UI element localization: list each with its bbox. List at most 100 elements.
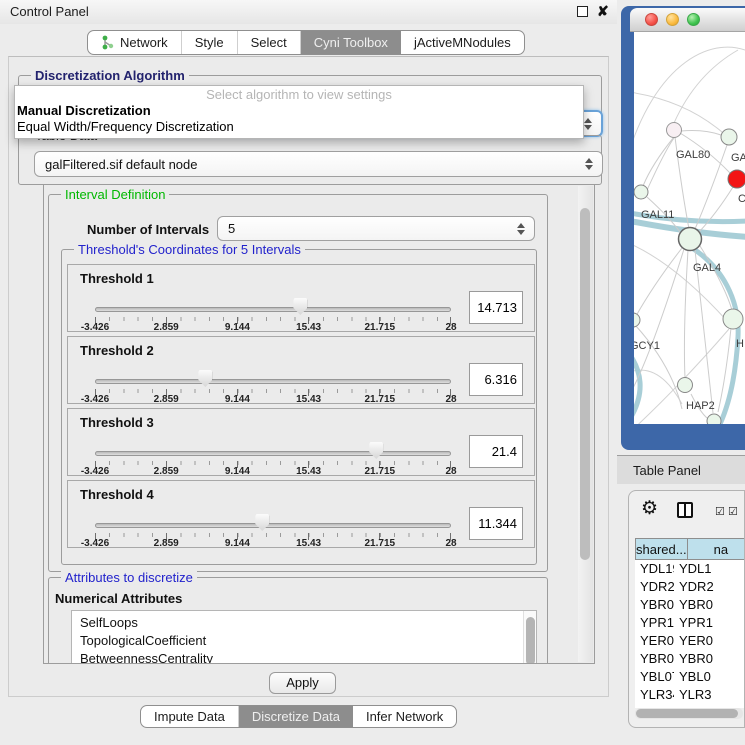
threshold-thumb-3[interactable]: [369, 442, 383, 459]
list-scrollbar-thumb[interactable]: [526, 617, 535, 664]
table-cell[interactable]: YBR0: [674, 650, 744, 668]
node-label-hap2: HAP2: [686, 400, 715, 412]
apply-button[interactable]: Apply: [269, 672, 336, 694]
table-cell[interactable]: YLR3: [674, 686, 744, 704]
network-view-window[interactable]: GAL80 GA C GAL11 GAL4 GCY1 H HAP2: [621, 6, 745, 450]
algorithm-option-equal-width[interactable]: Equal Width/Frequency Discretization: [15, 119, 583, 135]
network-node[interactable]: [667, 123, 682, 138]
network-node[interactable]: [678, 378, 693, 393]
column-header-name[interactable]: na: [687, 538, 744, 560]
table-row[interactable]: YBR043CYBR0: [635, 596, 744, 614]
table-row[interactable]: YER054CYER0: [635, 632, 744, 650]
tab-style[interactable]: Style: [182, 31, 238, 54]
threshold-2-value[interactable]: 6.316: [469, 363, 523, 396]
table-cell[interactable]: YBR043C: [635, 596, 674, 614]
checkbox-column-icon[interactable]: ☑: [715, 505, 725, 518]
threshold-thumb-4[interactable]: [255, 514, 269, 531]
table-row[interactable]: YDL19...YDL1: [635, 560, 744, 578]
screen: Control Panel ✘ Network Style Select Cyn…: [0, 0, 745, 745]
table-cell[interactable]: YPR145W: [635, 614, 674, 632]
table-cell[interactable]: YBR045C: [635, 650, 674, 668]
slider-scale-label: 21.715: [365, 394, 396, 405]
slider-scale-label: 15.43: [296, 322, 321, 333]
algorithm-option-manual[interactable]: Manual Discretization: [15, 103, 583, 119]
tab-jactivemnodules[interactable]: jActiveMNodules: [401, 31, 524, 54]
table-row[interactable]: YLR345WYLR3: [635, 686, 744, 704]
node-label-gal80: GAL80: [676, 149, 710, 161]
table-cell[interactable]: YDR2: [674, 578, 744, 596]
table-row[interactable]: YDR27...YDR2: [635, 578, 744, 596]
table-row[interactable]: YBL079WYBL0: [635, 668, 744, 686]
table-cell[interactable]: YPR1: [674, 614, 744, 632]
table-hscrollbar-thumb[interactable]: [636, 709, 738, 718]
checkbox-column-icon[interactable]: ☑: [728, 505, 738, 518]
network-node[interactable]: [707, 414, 721, 424]
tab-cyni-toolbox[interactable]: Cyni Toolbox: [301, 31, 401, 54]
table-cell[interactable]: YBL0: [674, 668, 744, 686]
network-graph: GAL80 GA C GAL11 GAL4 GCY1 H HAP2: [634, 32, 745, 424]
network-node[interactable]: [721, 129, 737, 145]
tab-impute-data[interactable]: Impute Data: [141, 706, 239, 727]
attributes-group-title: Attributes to discretize: [61, 570, 197, 585]
table-cell[interactable]: YDL19...: [635, 560, 674, 578]
table-cell[interactable]: YDL1: [674, 560, 744, 578]
number-of-intervals-combobox[interactable]: 5: [217, 216, 535, 241]
list-item[interactable]: BetweennessCentrality: [72, 650, 536, 664]
slider-scale-label: 9.144: [225, 466, 250, 477]
threshold-3-slider[interactable]: [95, 451, 451, 456]
table-cell[interactable]: YER054C: [635, 632, 674, 650]
table-horizontal-scrollbar[interactable]: [635, 708, 743, 719]
threshold-2-block: Threshold 2 -3.4262.8599.14415.4321.7152…: [67, 336, 535, 404]
tab-infer-network[interactable]: Infer Network: [353, 706, 456, 727]
minimize-traffic-light-icon[interactable]: [666, 13, 679, 26]
numerical-attributes-list[interactable]: SelfLoops TopologicalCoefficient Between…: [71, 610, 537, 664]
tab-network-label: Network: [120, 35, 168, 50]
threshold-1-slider[interactable]: [95, 307, 451, 312]
threshold-1-value[interactable]: 14.713: [469, 291, 523, 324]
threshold-2-slider[interactable]: [95, 379, 451, 384]
table-row[interactable]: YPR145WYPR1: [635, 614, 744, 632]
slider-scale-label: -3.426: [81, 538, 109, 549]
list-scrollbar[interactable]: [523, 611, 536, 664]
network-canvas[interactable]: GAL80 GA C GAL11 GAL4 GCY1 H HAP2: [634, 32, 745, 424]
table-cell[interactable]: YDR27...: [635, 578, 674, 596]
threshold-3-value[interactable]: 21.4: [469, 435, 523, 468]
network-node[interactable]: [634, 313, 640, 327]
settings-scrollbar-thumb[interactable]: [580, 208, 590, 560]
tab-discretize-data[interactable]: Discretize Data: [239, 706, 353, 727]
columns-icon[interactable]: [677, 502, 693, 518]
settings-scrollbar[interactable]: [578, 186, 593, 662]
table-cell[interactable]: YLR345W: [635, 686, 674, 704]
gear-icon[interactable]: ⚙: [641, 497, 658, 520]
tab-network[interactable]: Network: [88, 31, 182, 54]
node-label-cut: GA: [731, 152, 745, 164]
tab-select[interactable]: Select: [238, 31, 301, 54]
list-item[interactable]: SelfLoops: [72, 614, 536, 632]
combo-stepper-icon: [517, 222, 526, 236]
combo-stepper-icon: [584, 117, 593, 131]
float-window-icon[interactable]: [577, 6, 588, 17]
table-header-row: shared... na: [635, 538, 744, 560]
network-node-gal4[interactable]: [679, 228, 702, 251]
list-item[interactable]: TopologicalCoefficient: [72, 632, 536, 650]
table-cell[interactable]: YBR0: [674, 596, 744, 614]
network-node[interactable]: [634, 185, 648, 199]
close-traffic-light-icon[interactable]: [645, 13, 658, 26]
slider-scale-label: 15.43: [296, 538, 321, 549]
threshold-4-value[interactable]: 11.344: [469, 507, 523, 540]
table-data-combobox[interactable]: galFiltered.sif default node: [34, 151, 603, 177]
table-cell[interactable]: YBL079W: [635, 668, 674, 686]
slider-scale-labels: -3.4262.8599.14415.4321.71528: [95, 466, 451, 478]
threshold-4-slider[interactable]: [95, 523, 451, 528]
slider-scale-label: 21.715: [365, 466, 396, 477]
zoom-traffic-light-icon[interactable]: [687, 13, 700, 26]
tab-jactive-label: jActiveMNodules: [414, 35, 511, 50]
threshold-thumb-2[interactable]: [198, 370, 212, 387]
close-icon[interactable]: ✘: [597, 3, 609, 20]
network-node-selected-red[interactable]: [728, 170, 745, 188]
column-header-shared-name[interactable]: shared...: [635, 538, 687, 560]
table-row[interactable]: YBR045CYBR0: [635, 650, 744, 668]
network-node[interactable]: [723, 309, 743, 329]
table-cell[interactable]: YER0: [674, 632, 744, 650]
threshold-thumb-1[interactable]: [293, 298, 307, 315]
